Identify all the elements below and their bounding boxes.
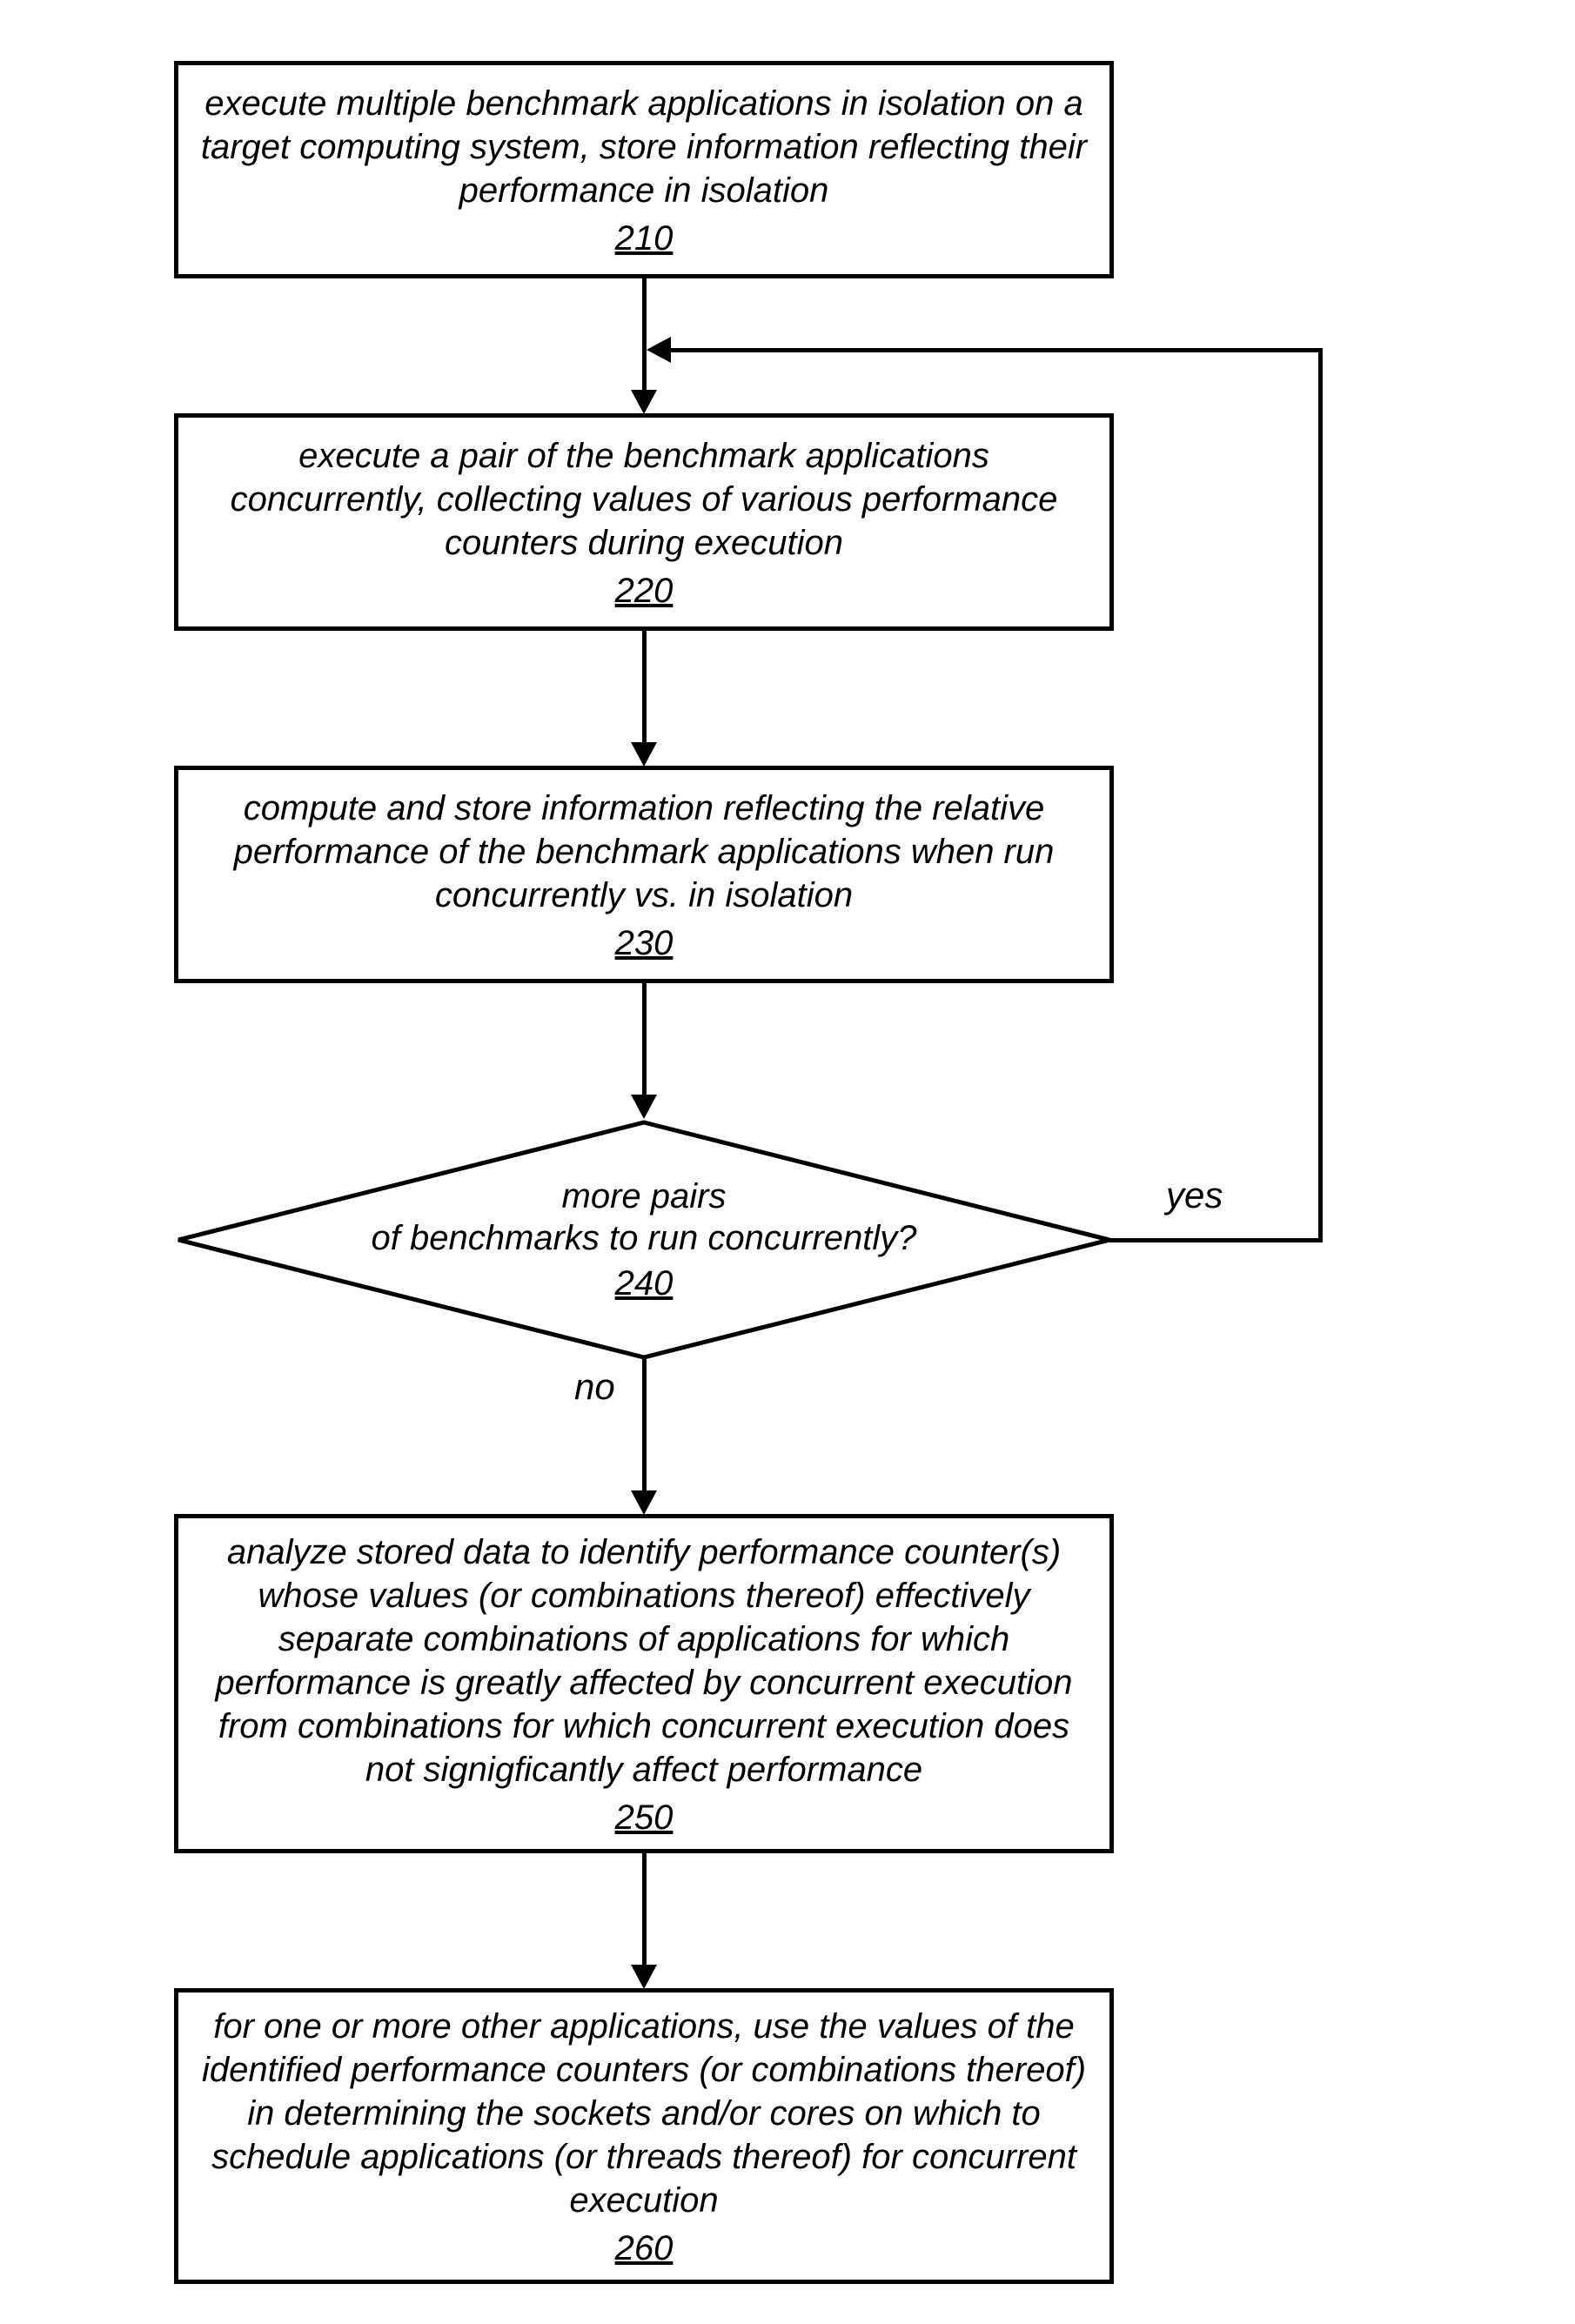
arrow-head-230-240 xyxy=(631,1095,657,1119)
box-210: execute multiple benchmark applications … xyxy=(174,61,1114,278)
feedback-h2 xyxy=(670,348,1323,352)
box-260: for one or more other applications, use … xyxy=(174,1988,1114,2284)
box-220: execute a pair of the benchmark applicat… xyxy=(174,413,1114,631)
decision-240: more pairs of benchmarks to run concurre… xyxy=(174,1118,1114,1362)
decision-240-num: 240 xyxy=(615,1262,674,1304)
box-250-num: 250 xyxy=(615,1798,674,1838)
box-250: analyze stored data to identify performa… xyxy=(174,1514,1114,1853)
decision-240-line1: more pairs xyxy=(562,1175,727,1217)
feedback-v xyxy=(1318,348,1323,1242)
box-260-text: for one or more other applications, use … xyxy=(196,2005,1092,2222)
decision-240-content: more pairs of benchmarks to run concurre… xyxy=(174,1118,1114,1362)
box-230-num: 230 xyxy=(615,924,674,963)
label-yes: yes xyxy=(1166,1175,1223,1216)
box-220-num: 220 xyxy=(615,572,674,611)
feedback-h1 xyxy=(1109,1238,1323,1242)
arrow-head-250-260 xyxy=(631,1965,657,1989)
box-250-text: analyze stored data to identify performa… xyxy=(196,1530,1092,1792)
box-210-num: 210 xyxy=(615,219,674,258)
arrow-head-220-230 xyxy=(631,742,657,767)
box-260-num: 260 xyxy=(615,2229,674,2268)
arrow-head-210-220 xyxy=(631,390,657,414)
feedback-arrow-head xyxy=(647,337,671,363)
decision-240-line2: of benchmarks to run concurrently? xyxy=(372,1217,917,1259)
box-230: compute and store information reflecting… xyxy=(174,766,1114,983)
arrow-head-240-250 xyxy=(631,1490,657,1515)
arrow-250-260 xyxy=(642,1853,647,1966)
label-no: no xyxy=(574,1366,615,1408)
box-230-text: compute and store information reflecting… xyxy=(196,787,1092,917)
arrow-230-240 xyxy=(642,983,647,1096)
arrow-210-220 xyxy=(642,278,647,392)
arrow-220-230 xyxy=(642,631,647,744)
arrow-240-250 xyxy=(642,1357,647,1492)
box-220-text: execute a pair of the benchmark applicat… xyxy=(196,434,1092,565)
box-210-text: execute multiple benchmark applications … xyxy=(196,82,1092,212)
